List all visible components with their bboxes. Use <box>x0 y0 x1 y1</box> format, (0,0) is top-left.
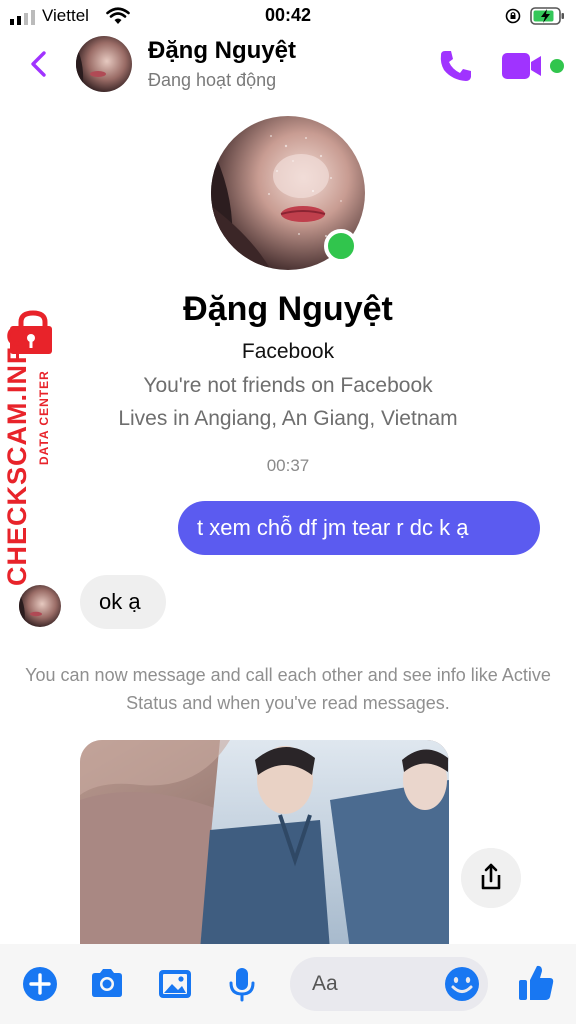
friendship-status: You're not friends on Facebook <box>143 374 433 397</box>
share-button[interactable] <box>461 848 521 908</box>
like-thumbs-up-icon[interactable] <box>516 962 556 1004</box>
watermark-text: CHECKSCAM.INFO <box>2 324 32 587</box>
microphone-icon[interactable] <box>222 964 262 1004</box>
photo-attachment[interactable] <box>80 740 449 950</box>
phone-call-button[interactable] <box>436 46 476 86</box>
battery-icon <box>530 7 564 25</box>
profile-source: Facebook <box>241 340 335 363</box>
message-composer <box>0 944 576 1024</box>
contact-name[interactable]: Đặng Nguyệt <box>148 37 296 65</box>
online-status-dot <box>324 229 358 263</box>
profile-name: Đặng Nguyệt <box>183 290 393 328</box>
sender-avatar-image <box>19 585 61 627</box>
active-status: Đang hoạt động <box>148 70 277 90</box>
avatar[interactable] <box>76 36 132 92</box>
shared-photo-image <box>80 740 449 950</box>
emoji-icon[interactable] <box>442 964 482 1004</box>
watermark-subtext: DATA CENTER <box>37 370 51 466</box>
add-icon[interactable] <box>20 964 60 1004</box>
incoming-message[interactable]: ok ạ <box>80 575 166 629</box>
profile-location: Lives in Angiang, An Giang, Vietnam <box>118 407 458 430</box>
orientation-lock-icon <box>505 8 521 24</box>
message-timestamp: 00:37 <box>266 456 310 475</box>
online-indicator <box>550 59 564 73</box>
video-call-button[interactable] <box>500 48 570 84</box>
outgoing-message[interactable]: t xem chỗ df jm tear r dc k ạ <box>178 501 540 555</box>
chat-header: Đặng Nguyệt Đang hoạt động <box>0 32 576 98</box>
clock: 00:42 <box>264 5 312 25</box>
sender-avatar[interactable] <box>19 585 61 627</box>
status-bar: Viettel 00:42 <box>0 0 576 32</box>
contact-photo <box>76 36 132 92</box>
back-button[interactable] <box>22 46 58 82</box>
camera-icon[interactable] <box>87 964 127 1004</box>
connection-info-text: You can now message and call each other … <box>25 665 551 713</box>
gallery-icon[interactable] <box>155 964 195 1004</box>
